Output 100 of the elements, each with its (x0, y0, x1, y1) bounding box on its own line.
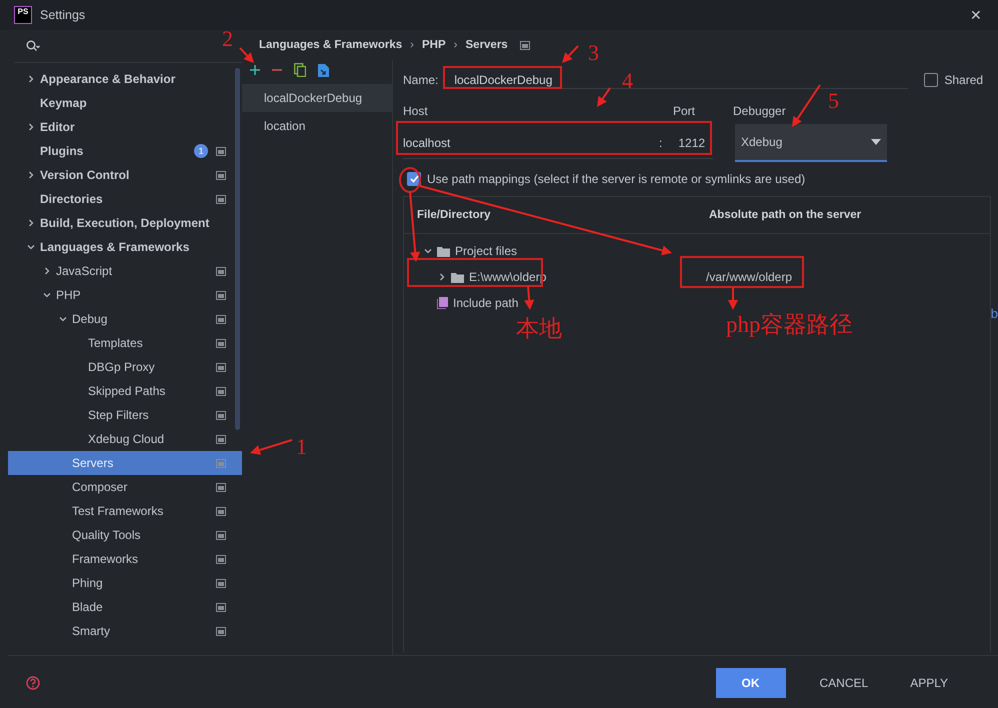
tree-item[interactable]: Templates (8, 331, 242, 355)
port-label: Port (673, 104, 696, 120)
breadcrumb-item: PHP (422, 39, 446, 51)
tree-item[interactable]: JavaScript (8, 259, 242, 283)
server-item[interactable]: location (242, 112, 392, 140)
breadcrumb-separator: › (410, 39, 414, 51)
step-number: 4 (622, 70, 633, 92)
port-separator: : (659, 136, 662, 150)
project-scope-icon (216, 554, 226, 564)
project-scope-icon (216, 458, 226, 468)
library-icon (437, 297, 448, 309)
tree-item[interactable]: Appearance & Behavior (8, 67, 242, 91)
tree-item[interactable]: Plugins 1 (8, 139, 242, 163)
highlight-circle (399, 167, 421, 193)
tree-item[interactable]: DBGp Proxy (8, 355, 242, 379)
notification-badge: 1 (194, 144, 208, 158)
tree-item[interactable]: Composer (8, 475, 242, 499)
check-icon (410, 175, 418, 183)
server-path-text: /var/www/olderp (705, 270, 792, 284)
project-scope-icon (216, 290, 226, 300)
column-header: Absolute path on the server (709, 209, 862, 221)
window-title: Settings (40, 8, 86, 22)
tree-item[interactable]: Blade (8, 595, 242, 619)
annotation-arrow (250, 439, 292, 455)
add-icon[interactable] (250, 65, 260, 75)
host-field[interactable]: localhost : 1212 (403, 128, 713, 158)
search-icon (26, 40, 40, 52)
tree-item[interactable]: Keymap (8, 91, 242, 115)
chevron-icon (438, 273, 446, 281)
project-scope-icon (216, 602, 226, 612)
chevron-icon (424, 247, 432, 255)
tree-item[interactable]: Skipped Paths (8, 379, 242, 403)
tree-item[interactable]: Debug (8, 307, 242, 331)
debugger-dropdown[interactable]: Xdebug (735, 124, 887, 162)
project-scope-icon (216, 506, 226, 516)
tree-item[interactable]: Smarty (8, 619, 242, 643)
chevron-icon (59, 315, 67, 323)
project-scope-icon (216, 482, 226, 492)
import-icon[interactable] (318, 64, 329, 76)
project-scope-icon (216, 146, 226, 156)
close-button[interactable]: ✕ (964, 7, 988, 23)
tree-item[interactable]: Quality Tools (8, 523, 242, 547)
tree-item[interactable]: Directories (8, 187, 242, 211)
project-scope-icon (216, 170, 226, 180)
step-number: 3 (588, 42, 599, 64)
chevron-icon (27, 219, 35, 227)
path-text: Include path (453, 296, 518, 310)
tree-item[interactable]: PHP (8, 283, 242, 307)
tree-item[interactable]: Build, Execution, Deployment (8, 211, 242, 235)
project-scope-icon (216, 266, 226, 276)
tree-item[interactable]: Test Frameworks (8, 499, 242, 523)
port-field[interactable]: 1212 (678, 136, 706, 150)
project-scope-icon (216, 578, 226, 588)
project-scope-icon (216, 194, 226, 204)
folder-icon (437, 246, 450, 256)
project-scope-icon (216, 314, 226, 324)
app-logo: PS (14, 6, 32, 24)
tree-item[interactable]: Languages & Frameworks (8, 235, 242, 259)
step-number: 5 (828, 90, 839, 112)
chevron-icon (43, 291, 51, 299)
annotation-arrow (597, 87, 611, 107)
name-label: Name: (403, 73, 438, 87)
annotation-arrow (239, 47, 254, 63)
breadcrumb-item: Servers (466, 39, 508, 51)
tree-item[interactable]: Servers (8, 451, 242, 475)
tree-item[interactable]: Version Control (8, 163, 242, 187)
ok-button[interactable]: OK (716, 668, 786, 698)
column-header: File/Directory (416, 209, 492, 221)
server-item[interactable]: localDockerDebug (242, 84, 392, 112)
annotation-arrow (524, 286, 534, 310)
annotation-arrow (792, 84, 821, 127)
path-mappings-label: Use path mappings (select if the server is remote or symlinks are used) (427, 172, 806, 186)
folder-icon (451, 272, 464, 282)
tree-item[interactable]: Xdebug Cloud (8, 427, 242, 451)
project-scope-icon (216, 626, 226, 636)
shared-label: Shared (944, 73, 984, 87)
tree-item[interactable]: Phing (8, 571, 242, 595)
chevron-icon (43, 267, 51, 275)
breadcrumb-item: Languages & Frameworks (259, 39, 402, 51)
copy-icon[interactable] (294, 63, 306, 77)
project-scope-icon (216, 386, 226, 396)
dialog-button[interactable]: APPLY (902, 676, 956, 690)
project-scope-icon (216, 434, 226, 444)
shared-checkbox[interactable] (924, 73, 938, 87)
project-scope-icon (216, 362, 226, 372)
help-icon[interactable] (26, 676, 40, 690)
tree-item[interactable]: Step Filters (8, 403, 242, 427)
annotation-label: 本地 (516, 317, 562, 340)
project-scope-icon (216, 338, 226, 348)
annotation-label: php容器路径 (726, 313, 852, 336)
annotation-arrow (728, 288, 738, 310)
debugger-label: Debugger (733, 104, 786, 120)
scrollbar[interactable] (235, 68, 240, 430)
background-text: b (990, 306, 998, 321)
tree-item[interactable]: Frameworks (8, 547, 242, 571)
tree-item[interactable]: Editor (8, 115, 242, 139)
dropdown-caret-icon (871, 139, 881, 145)
project-scope-icon (216, 530, 226, 540)
dialog-button[interactable]: CANCEL (812, 676, 876, 690)
path-text: Project files (455, 244, 518, 258)
